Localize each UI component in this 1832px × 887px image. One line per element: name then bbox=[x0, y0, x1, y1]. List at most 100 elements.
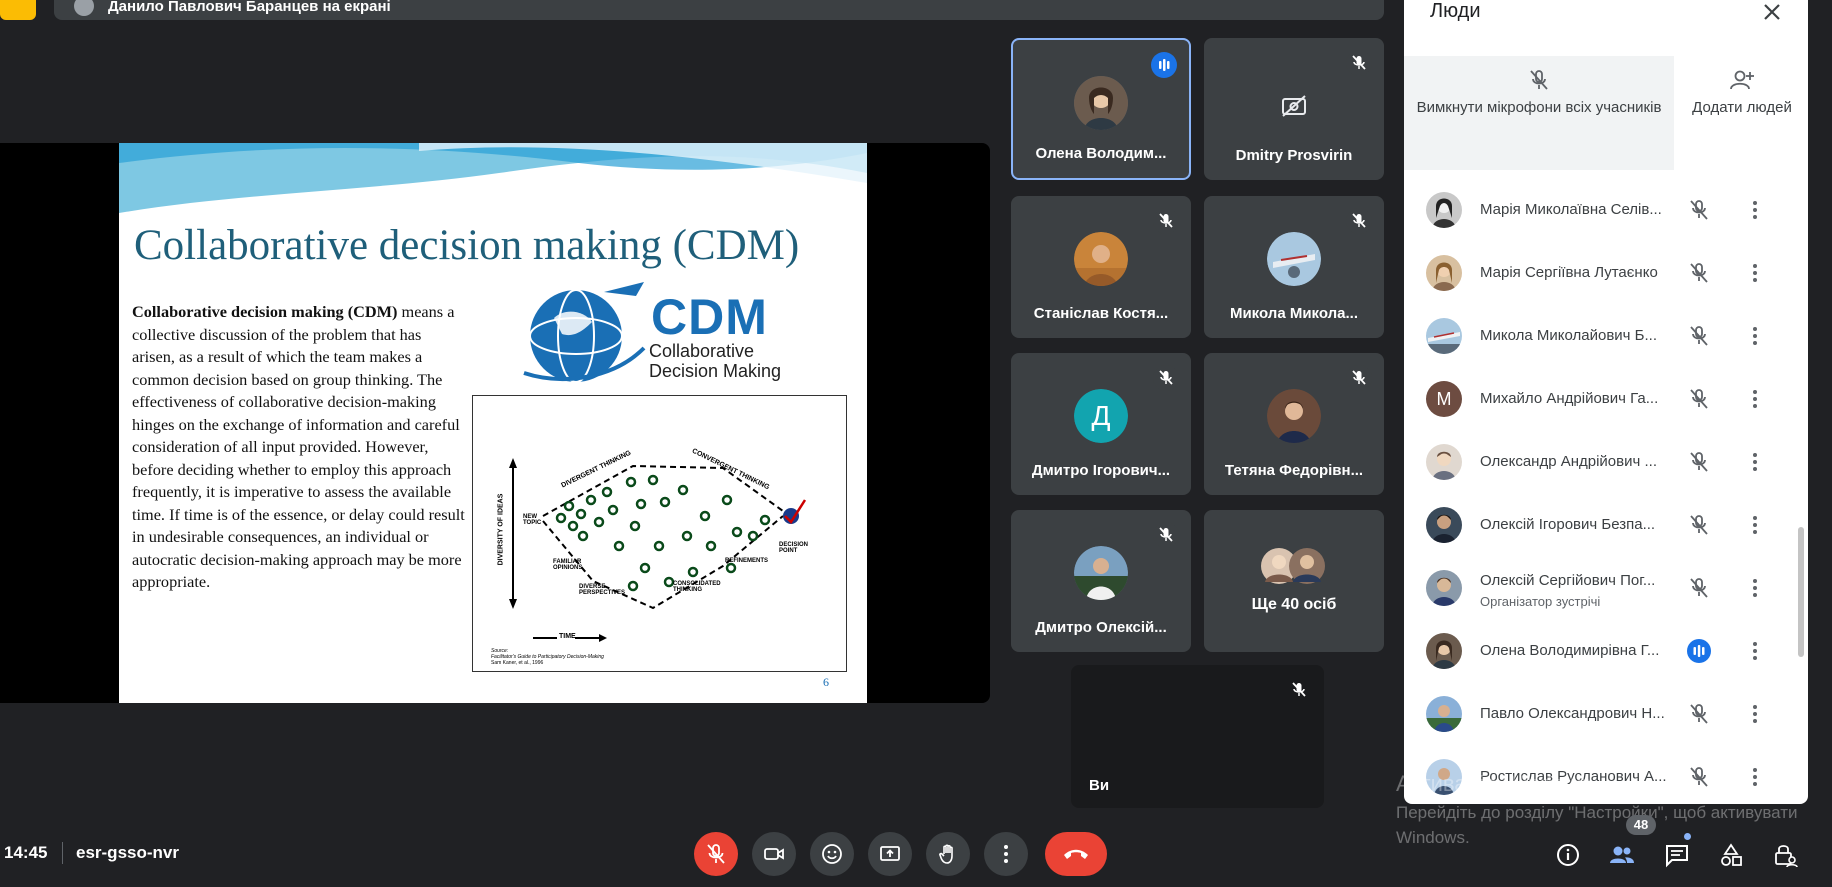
mic-off-icon bbox=[1153, 522, 1179, 548]
mic-off-icon[interactable] bbox=[1686, 701, 1712, 727]
presenting-indicator[interactable] bbox=[0, 0, 36, 20]
emoji-icon bbox=[822, 844, 842, 864]
avatar bbox=[1426, 696, 1462, 732]
list-item[interactable]: Олексій Ігорович Безпа... bbox=[1404, 495, 1808, 558]
list-item[interactable]: Олексій Сергійович Пог... Організатор зу… bbox=[1404, 558, 1808, 621]
avatar bbox=[1426, 507, 1462, 543]
more-vert-icon[interactable] bbox=[1742, 638, 1768, 664]
diagram-label-refinements: REFINEMENTS bbox=[725, 558, 769, 564]
chat-icon bbox=[1666, 845, 1688, 868]
panel-scrollbar[interactable] bbox=[1798, 527, 1804, 657]
mic-off-icon[interactable] bbox=[1686, 386, 1712, 412]
host-controls-button[interactable] bbox=[1768, 838, 1802, 872]
chat-notification-dot bbox=[1684, 833, 1691, 840]
participant-tile-2[interactable]: Станіслав Костя... bbox=[1011, 196, 1191, 338]
leave-call-button[interactable] bbox=[1045, 832, 1107, 876]
presentation-slide: Collaborative decision making (CDM) Coll… bbox=[119, 143, 867, 703]
more-options-button[interactable] bbox=[984, 832, 1028, 876]
participant-name: Олена Володимирівна Г... bbox=[1480, 642, 1660, 659]
mic-off-icon[interactable] bbox=[1686, 323, 1712, 349]
camera-off-icon bbox=[1280, 94, 1308, 123]
participant-name: Олексій Ігорович Безпа... bbox=[1480, 516, 1656, 533]
mic-off-icon[interactable] bbox=[1686, 260, 1712, 286]
mic-off-icon[interactable] bbox=[1686, 575, 1712, 601]
hand-icon bbox=[939, 844, 953, 864]
activities-button[interactable] bbox=[1714, 838, 1748, 872]
more-vert-icon[interactable] bbox=[1742, 260, 1768, 286]
avatar bbox=[1426, 444, 1462, 480]
decision-diagram-graphic bbox=[509, 458, 807, 642]
avatar bbox=[1426, 570, 1462, 606]
mic-off-icon bbox=[1525, 66, 1553, 94]
mute-all-button[interactable]: Вимкнути мікрофони всіх учасників bbox=[1404, 56, 1674, 170]
mic-off-icon bbox=[1153, 365, 1179, 391]
diagram-label-diverse: DIVERSE PERSPECTIVES bbox=[579, 584, 626, 596]
speaking-icon bbox=[1686, 638, 1712, 664]
more-vert-icon[interactable] bbox=[1742, 386, 1768, 412]
add-person-icon bbox=[1728, 66, 1756, 94]
slide-body: Collaborative decision making (CDM) mean… bbox=[132, 301, 468, 594]
present-now-button[interactable] bbox=[868, 832, 912, 876]
add-people-button[interactable]: Додати людей bbox=[1676, 56, 1808, 170]
participant-name: Олена Володим... bbox=[1035, 145, 1167, 162]
participant-name: Микола Миколайович Б... bbox=[1480, 327, 1657, 344]
slide-body-bold: Collaborative decision making (CDM) bbox=[132, 302, 398, 321]
decision-diagram: DIVERGENT THINKING CONVERGENT THINKING N… bbox=[472, 395, 847, 672]
speaking-icon bbox=[1151, 52, 1177, 78]
list-item[interactable]: Павло Олександрович Н... bbox=[1404, 684, 1808, 747]
participant-name: Дмитро Олексій... bbox=[1035, 619, 1167, 636]
shapes-icon bbox=[1721, 843, 1742, 866]
mic-off-icon[interactable] bbox=[1686, 512, 1712, 538]
avatar bbox=[1426, 318, 1462, 354]
more-participants-tile[interactable]: Ще 40 осіб bbox=[1204, 510, 1384, 652]
more-vert-icon[interactable] bbox=[1742, 197, 1768, 223]
reactions-button[interactable] bbox=[810, 832, 854, 876]
avatar bbox=[1267, 389, 1321, 443]
list-item[interactable]: Микола Миколайович Б... bbox=[1404, 306, 1808, 369]
stacked-avatars bbox=[1261, 548, 1325, 584]
more-vert-icon[interactable] bbox=[1742, 701, 1768, 727]
mic-off-icon[interactable] bbox=[1686, 197, 1712, 223]
participant-tile-5[interactable]: Тетяна Федорівн... bbox=[1204, 353, 1384, 495]
participant-name: Олександр Андрійович ... bbox=[1480, 453, 1657, 470]
mic-toggle-button[interactable] bbox=[694, 832, 738, 876]
more-vert-icon[interactable] bbox=[1742, 575, 1768, 601]
meeting-code[interactable]: esr-gsso-nvr bbox=[76, 843, 179, 863]
list-item[interactable]: Марія Миколаївна Селів... bbox=[1404, 180, 1808, 243]
participant-tile-3[interactable]: Микола Микола... bbox=[1204, 196, 1384, 338]
participant-tile-1[interactable]: Dmitry Prosvirin bbox=[1204, 38, 1384, 180]
mic-off-icon[interactable] bbox=[1686, 764, 1712, 790]
avatar bbox=[1426, 192, 1462, 228]
mic-off-icon[interactable] bbox=[1686, 449, 1712, 475]
windows-activation-title: Активація Windows bbox=[1396, 771, 1592, 796]
mic-off-icon bbox=[707, 844, 725, 864]
participant-tile-4[interactable]: Д Дмитро Ігорович... bbox=[1011, 353, 1191, 495]
mic-off-icon bbox=[1346, 365, 1372, 391]
camera-toggle-button[interactable] bbox=[752, 832, 796, 876]
diagram-label-decision: DECISION POINT bbox=[779, 542, 809, 554]
close-icon[interactable] bbox=[1758, 0, 1786, 26]
list-item[interactable]: M Михайло Андрійович Га... bbox=[1404, 369, 1808, 432]
avatar bbox=[1267, 232, 1321, 286]
raise-hand-button[interactable] bbox=[926, 832, 970, 876]
list-item[interactable]: Олена Володимирівна Г... bbox=[1404, 621, 1808, 684]
people-button[interactable] bbox=[1605, 838, 1639, 872]
diagram-label-new-topic: NEW TOPIC bbox=[523, 514, 542, 526]
more-vert-icon[interactable] bbox=[1742, 449, 1768, 475]
chat-button[interactable] bbox=[1660, 838, 1694, 872]
slide-header-wave bbox=[119, 143, 867, 213]
cdm-logo-line2: Decision Making bbox=[649, 361, 782, 381]
list-item[interactable]: Марія Сергіївна Лутаєнко bbox=[1404, 243, 1808, 306]
lock-person-icon bbox=[1775, 845, 1798, 868]
more-vert-icon[interactable] bbox=[1742, 764, 1768, 790]
list-item[interactable]: Олександр Андрійович ... bbox=[1404, 432, 1808, 495]
people-icon bbox=[1610, 846, 1634, 863]
meeting-details-button[interactable] bbox=[1551, 838, 1585, 872]
mic-off-icon bbox=[1286, 677, 1312, 703]
participant-tile-0[interactable]: Олена Володим... bbox=[1011, 38, 1191, 180]
mic-off-icon bbox=[1153, 208, 1179, 234]
more-vert-icon[interactable] bbox=[1742, 512, 1768, 538]
more-vert-icon[interactable] bbox=[1742, 323, 1768, 349]
self-tile[interactable]: Ви bbox=[1071, 665, 1324, 808]
participant-tile-6[interactable]: Дмитро Олексій... bbox=[1011, 510, 1191, 652]
